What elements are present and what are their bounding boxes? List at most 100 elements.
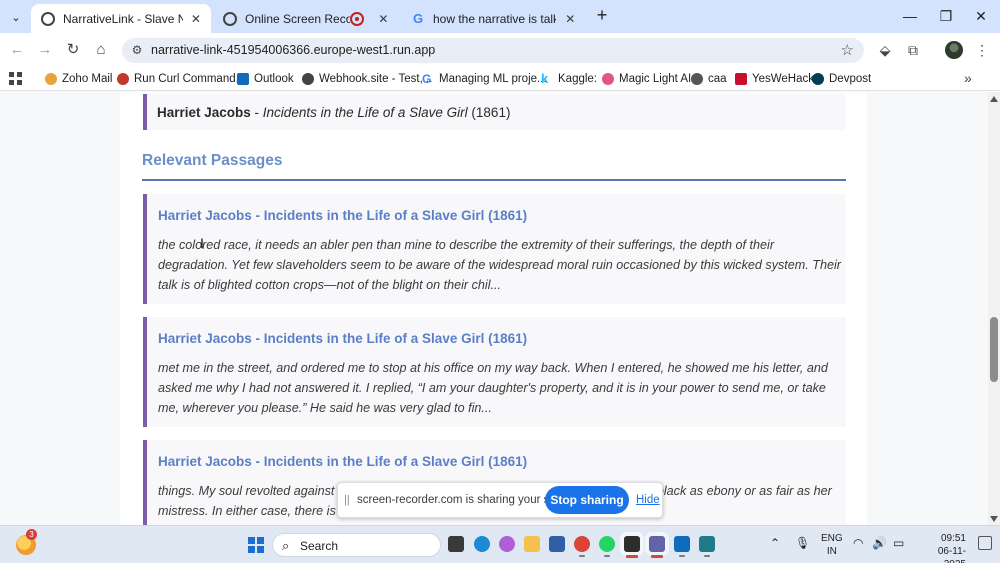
system-clock[interactable]: 09:51 06-11-2025 [918,532,966,563]
bookmark-outlook[interactable]: Outlook [237,71,294,87]
start-button[interactable] [248,537,264,553]
maximize-button[interactable]: ❐ [931,4,961,28]
site-info-icon[interactable]: ⚙ [130,43,144,57]
yeswehack-icon [735,73,747,85]
tray-chevron-icon[interactable]: ⌃ [770,536,780,550]
close-tab-icon[interactable]: ✕ [564,12,577,26]
close-tab-icon[interactable]: ✕ [191,12,201,26]
home-button[interactable]: ⌂ [90,39,112,61]
minimize-button[interactable]: — [895,4,925,28]
globe-icon [691,73,703,85]
tab-screen-recorder[interactable]: Online Screen Recorder ✕ [213,4,399,33]
outlook-icon[interactable] [674,536,690,557]
search-label: Search [300,539,339,553]
passage-card: Harriet Jacobs - Incidents in the Life o… [143,317,846,427]
source-card: Harriet Jacobs - Incidents in the Life o… [143,94,846,130]
bookmark-magic-light[interactable]: Magic Light AI [602,71,691,87]
whatsapp-icon[interactable] [599,536,615,557]
copilot-icon[interactable] [499,536,515,552]
more-bookmarks-icon[interactable]: » [964,70,972,86]
reload-button[interactable]: ↻ [62,39,84,61]
bookmark-label: Zoho Mail [62,73,113,85]
teams-icon[interactable] [649,536,665,558]
back-button[interactable]: ← [6,39,28,61]
volume-icon[interactable]: 🔊 [872,536,887,550]
bookmark-label: YesWeHack [752,73,815,85]
page-scrollbar[interactable] [988,92,1000,525]
outlook-icon [237,73,249,85]
apps-grid-icon[interactable] [9,72,22,85]
text-cursor-icon: I [200,235,204,251]
google-icon: G [412,10,424,26]
region-code: IN [826,546,837,557]
tab-narrativelink[interactable]: NarrativeLink - Slave Narrative ✕ [31,4,211,33]
recorder-icon [223,11,237,26]
passage-heading[interactable]: Harriet Jacobs - Incidents in the Life o… [158,331,527,346]
taskbar-search[interactable]: ⌕ Search [272,533,441,557]
profile-avatar[interactable] [945,41,963,59]
content-container: Harriet Jacobs - Incidents in the Life o… [120,92,867,525]
bookmark-webhook[interactable]: Webhook.site - Test,... [302,71,432,87]
page-viewport: Harriet Jacobs - Incidents in the Life o… [0,92,988,525]
passage-heading[interactable]: Harriet Jacobs - Incidents in the Life o… [158,208,527,223]
notification-center-icon[interactable] [978,536,992,550]
recording-indicator-icon [349,11,364,26]
section-divider [142,179,846,181]
bookmark-devpost[interactable]: Devpost [812,71,871,87]
bookmark-star-icon[interactable]: ☆ [841,41,854,59]
section-title: Relevant Passages [142,152,283,169]
battery-icon[interactable]: ▭ [893,536,904,550]
bookmark-yeswehack[interactable]: YesWeHack [735,71,814,87]
address-bar[interactable]: ⚙ narrative-link-451954006366.europe-wes… [122,38,864,63]
bookmark-label: Run Curl Command... [134,73,246,85]
sticky-notes-icon[interactable] [624,536,640,558]
bookmark-kaggle[interactable]: k Kaggle: [541,71,597,87]
google-icon: G [422,72,432,86]
bookmark-caa[interactable]: caa [691,71,727,87]
globe-icon [41,11,55,26]
store-icon[interactable] [549,536,565,552]
passage-text: met me in the street, and ordered me to … [158,361,828,415]
wifi-icon[interactable]: ◠ [853,536,863,550]
clock-time: 09:51 [940,533,966,544]
webhook-icon [302,73,314,85]
scroll-down-icon[interactable] [990,516,998,522]
url-text[interactable]: narrative-link-451954006366.europe-west1… [151,43,435,57]
source-author: Harriet Jacobs [157,105,251,120]
browser-menu-icon[interactable]: ⋮ [972,40,992,60]
tab-google-search[interactable]: G how the narrative is talking abo ✕ [401,4,587,33]
scrollbar-thumb[interactable] [990,317,998,382]
browser-toolbar: ← → ↻ ⌂ ⚙ narrative-link-451954006366.eu… [0,33,1000,67]
magic-light-icon [602,73,614,85]
stop-sharing-button[interactable]: Stop sharing [545,486,629,514]
curl-icon [117,73,129,85]
clock-date: 06-11-2025 [937,546,966,563]
tab-search-button[interactable]: ⌄ [5,6,27,28]
extension-icon[interactable]: ⬙ [875,40,895,60]
bookmark-managing-ml[interactable]: G Managing ML proje... [422,71,547,87]
close-tab-icon[interactable]: ✕ [378,12,389,26]
passage-heading[interactable]: Harriet Jacobs - Incidents in the Life o… [158,454,527,469]
input-language[interactable]: ENG IN [821,532,843,558]
bookmark-run-curl[interactable]: Run Curl Command... [117,71,245,87]
excel-like-icon[interactable] [699,536,715,557]
passage-card: Harriet Jacobs - Incidents in the Life o… [143,194,846,304]
new-tab-button[interactable]: + [592,6,612,26]
extensions-puzzle-icon[interactable]: ⧉ [903,40,923,60]
hide-share-bar-link[interactable]: Hide [636,494,660,506]
bookmark-label: Outlook [254,73,294,85]
bookmark-label: Magic Light AI [619,73,692,85]
task-view-icon[interactable] [448,536,464,552]
passage-text: the colored race, it needs an abler pen … [158,238,841,292]
source-book: Incidents in the Life of a Slave Girl [262,105,468,120]
drag-handle-icon[interactable]: || [344,494,350,506]
edge-icon[interactable] [474,536,490,552]
language-code: ENG [821,533,843,544]
scroll-up-icon[interactable] [990,96,998,102]
chrome-icon[interactable] [574,536,590,557]
microphone-icon[interactable]: 🎙 [795,536,810,550]
close-window-button[interactable]: ✕ [966,4,996,28]
bookmark-zoho-mail[interactable]: Zoho Mail [45,71,113,87]
forward-button[interactable]: → [34,39,56,61]
file-explorer-icon[interactable] [524,536,540,552]
